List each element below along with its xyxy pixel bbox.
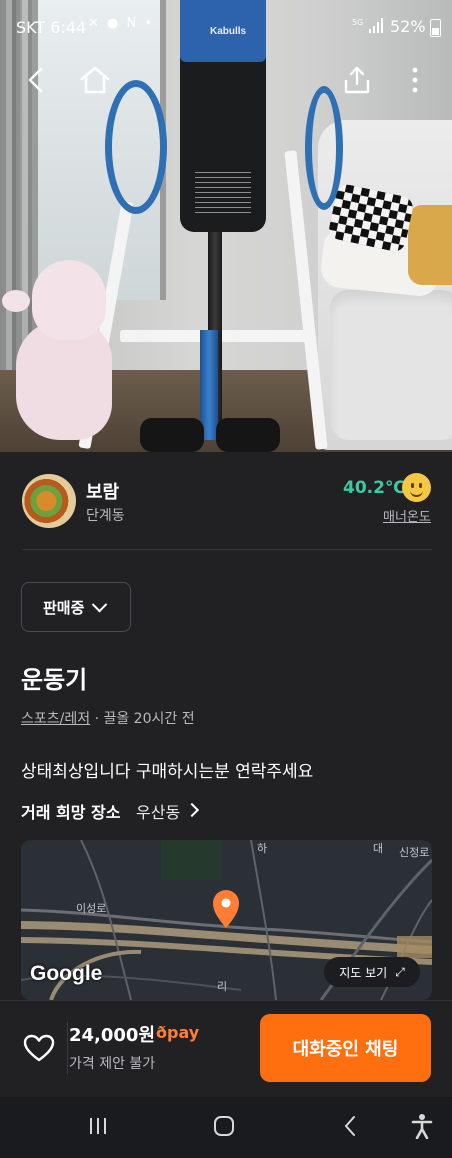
product-description: 상태최상입니다 구매하시는분 연락주세요 — [21, 762, 314, 782]
map-label: 대 — [373, 842, 384, 855]
expand-icon: ⤢ — [395, 964, 405, 979]
map-label: 리 — [217, 980, 228, 993]
photo-handle-ring-right — [305, 86, 343, 210]
map-label: 이성로 — [76, 902, 107, 915]
photo-backboard-label — [195, 172, 251, 216]
price: 24,000원 — [69, 1025, 156, 1046]
location-map[interactable]: 이성로 하 대 신정로 리 Google 지도 보기 ⤢ — [21, 840, 432, 1000]
more-menu-button[interactable] — [395, 60, 435, 100]
status-bar: SKT 6:44 ✕ ● N • 5G 52% — [0, 0, 452, 56]
product-meta: 스포츠/레저 · 끌올 20시간 전 — [21, 708, 195, 728]
photo-handle-ring-left — [105, 80, 167, 214]
map-label: 하 — [257, 842, 268, 855]
chevron-right-icon — [184, 802, 200, 818]
notification-icons: ✕ ● N • — [88, 16, 155, 31]
share-button[interactable] — [337, 60, 377, 100]
photo-sofa-seat — [330, 290, 452, 440]
accessibility-icon — [411, 1114, 433, 1139]
view-map-button[interactable]: 지도 보기 ⤢ — [324, 957, 420, 987]
chat-button[interactable]: 대화중인 채팅 — [260, 1014, 431, 1082]
share-icon — [344, 66, 370, 94]
seller-area: 단계동 — [86, 508, 125, 524]
battery-percent: 52% — [390, 17, 426, 36]
product-title: 운동기 — [21, 666, 88, 694]
map-label: 신정로 — [399, 846, 430, 859]
photo-yellow-pillow — [408, 205, 452, 285]
view-map-label: 지도 보기 — [339, 965, 388, 980]
battery-icon — [430, 19, 441, 37]
smile-face-icon — [402, 473, 431, 502]
photo-pole-blue — [200, 330, 218, 440]
system-back-icon — [344, 1116, 355, 1136]
seller-name[interactable]: 보람 — [86, 478, 119, 504]
google-logo: Google — [30, 962, 103, 985]
photo-foot-rest — [216, 418, 280, 452]
sale-status-select[interactable]: 판매중 — [21, 582, 131, 632]
system-home-button[interactable] — [204, 1108, 244, 1144]
seller-avatar[interactable] — [22, 474, 76, 528]
bottom-divider — [67, 1022, 68, 1074]
meeting-place-value[interactable]: 우산동 — [136, 799, 180, 823]
back-button[interactable] — [16, 60, 56, 100]
photo-foot-rest — [140, 418, 204, 452]
home-icon — [80, 66, 110, 94]
status-time: SKT 6:44 — [16, 18, 87, 37]
recents-button[interactable] — [78, 1108, 118, 1144]
heart-icon — [23, 1034, 55, 1062]
pay-label: pay — [167, 1023, 200, 1042]
more-vertical-icon — [412, 67, 418, 93]
product-photo[interactable]: Kabulls — [0, 0, 452, 452]
negotiation-status: 가격 제안 불가 — [69, 1056, 156, 1072]
photo-alpaca-plush — [2, 260, 112, 450]
back-arrow-icon — [28, 67, 43, 93]
carrot-icon: ð — [156, 1023, 167, 1042]
system-back-button[interactable] — [330, 1108, 370, 1144]
bump-time: · 끌올 20시간 전 — [90, 711, 195, 727]
home-button[interactable] — [75, 60, 115, 100]
accessibility-button[interactable] — [402, 1108, 442, 1144]
pay-badge: ðpay — [156, 1023, 199, 1042]
manner-temperature-link[interactable]: 매너온도 — [383, 506, 431, 525]
category-link[interactable]: 스포츠/레저 — [21, 711, 90, 727]
system-home-icon — [214, 1116, 234, 1136]
like-button[interactable] — [22, 1033, 56, 1063]
recents-icon — [90, 1118, 106, 1134]
signal-icon: 5G — [352, 17, 384, 39]
divider — [22, 549, 432, 550]
svg-text:5G: 5G — [352, 18, 363, 27]
chevron-down-icon — [92, 596, 108, 612]
manner-temperature: 40.2℃ — [343, 478, 406, 498]
meeting-place-label: 거래 희망 장소 — [21, 803, 121, 822]
sale-status-label: 판매중 — [43, 598, 85, 617]
